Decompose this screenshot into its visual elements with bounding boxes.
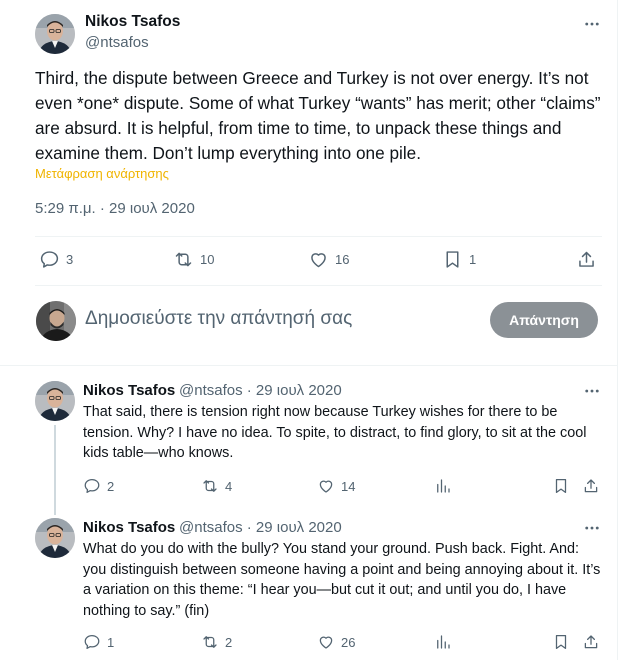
reply-author-avatar[interactable] <box>35 381 75 421</box>
more-dots-icon[interactable] <box>582 14 602 34</box>
repost-count: 4 <box>225 478 233 494</box>
share-upload-icon <box>584 635 598 649</box>
reply-author-name[interactable]: Nikos Tsafos <box>83 519 175 536</box>
divider <box>0 365 618 366</box>
like-count: 16 <box>335 252 350 267</box>
share-button[interactable] <box>576 249 597 270</box>
reply-author-avatar[interactable] <box>35 518 75 558</box>
divider <box>35 285 602 286</box>
like-count: 14 <box>341 478 356 494</box>
divider <box>35 236 602 237</box>
views-button[interactable] <box>434 633 452 651</box>
reply-count: 1 <box>107 634 115 650</box>
reply-count: 2 <box>107 478 115 494</box>
reply-button[interactable]: 1 <box>83 633 114 651</box>
reply-meta[interactable]: @ntsafos · 29 ιουλ 2020 <box>179 382 342 399</box>
bookmark-count: 1 <box>469 252 477 267</box>
tweet-text: Third, the dispute between Greece and Tu… <box>35 68 601 163</box>
like-button[interactable]: 14 <box>317 477 355 495</box>
author-avatar[interactable] <box>35 14 75 54</box>
repost-button[interactable]: 4 <box>201 477 232 495</box>
repost-arrows-icon <box>203 480 217 492</box>
tweet-timestamp[interactable]: 5:29 π.μ. · 29 ιουλ 2020 <box>35 200 195 217</box>
bookmark-icon <box>555 634 567 650</box>
bookmark-button[interactable] <box>552 477 570 495</box>
reply-text: What do you do with the bully? You stand… <box>83 541 601 619</box>
more-dots-icon[interactable] <box>582 518 602 538</box>
reply-bubble-icon <box>84 478 100 494</box>
more-dots-icon[interactable] <box>582 381 602 401</box>
repost-button[interactable]: 10 <box>173 249 214 270</box>
views-bars-icon <box>437 635 450 649</box>
repost-arrows-icon <box>203 636 217 648</box>
reply-bubble-icon <box>40 251 59 268</box>
reply-button[interactable]: 3 <box>39 249 73 270</box>
share-button[interactable] <box>582 477 600 495</box>
repost-arrows-icon <box>175 252 192 267</box>
author-name[interactable]: Nikos Tsafos <box>85 13 180 31</box>
repost-count: 2 <box>225 634 233 650</box>
reply-submit-button[interactable]: Απάντηση <box>490 302 598 338</box>
like-button[interactable]: 16 <box>308 249 349 270</box>
repost-button[interactable]: 2 <box>201 633 232 651</box>
views-bars-icon <box>437 479 450 493</box>
translate-post-link[interactable]: Μετάφραση ανάρτησης <box>35 166 169 181</box>
bookmark-icon <box>446 251 459 268</box>
bookmark-button[interactable] <box>552 633 570 651</box>
heart-icon <box>319 480 333 493</box>
share-button[interactable] <box>582 633 600 651</box>
like-button[interactable]: 26 <box>317 633 355 651</box>
heart-icon <box>311 253 326 268</box>
repost-count: 10 <box>200 252 215 267</box>
author-handle[interactable]: @ntsafos <box>85 34 149 51</box>
share-upload-icon <box>584 479 598 493</box>
reply-bubble-icon <box>84 634 100 650</box>
like-count: 26 <box>341 634 356 650</box>
current-user-avatar[interactable] <box>36 301 76 341</box>
bookmark-icon <box>555 478 567 494</box>
views-button[interactable] <box>434 477 452 495</box>
reply-input[interactable]: Δημοσιεύστε την απάντησή σας <box>85 308 352 330</box>
tweet-detail-panel: Nikos Tsafos @ntsafos Third, the dispute… <box>0 0 618 660</box>
heart-icon <box>319 636 333 649</box>
reply-text: That said, there is tension right now be… <box>83 404 587 461</box>
share-upload-icon <box>579 251 594 267</box>
reply-meta[interactable]: @ntsafos · 29 ιουλ 2020 <box>179 519 342 536</box>
reply-author-name[interactable]: Nikos Tsafos <box>83 382 175 399</box>
reply-count: 3 <box>66 252 74 267</box>
bookmark-button[interactable]: 1 <box>442 249 476 270</box>
thread-connector-line <box>54 425 56 515</box>
reply-button[interactable]: 2 <box>83 477 114 495</box>
